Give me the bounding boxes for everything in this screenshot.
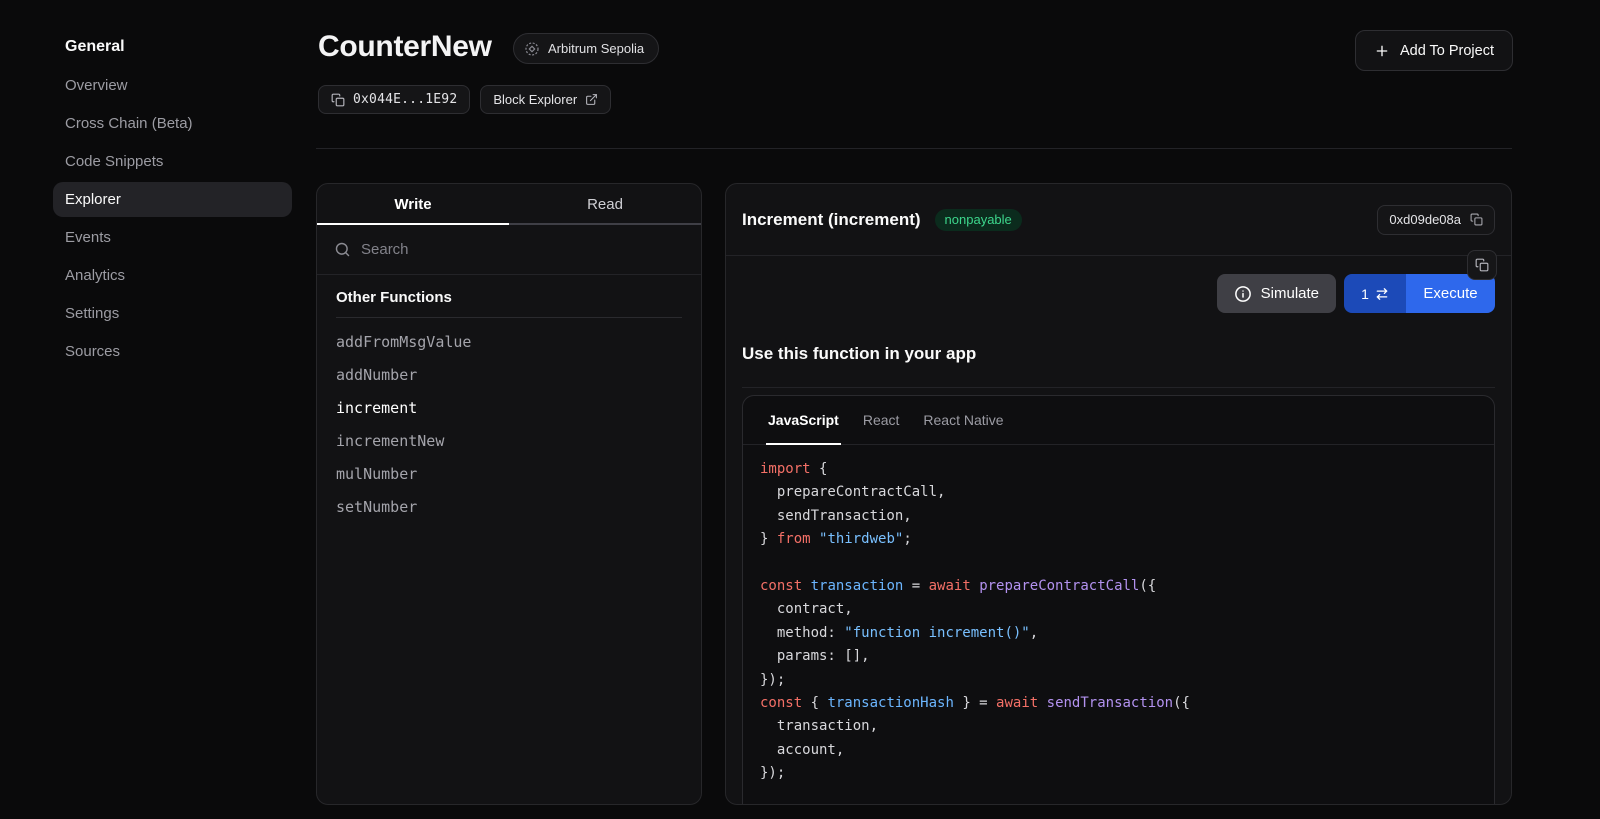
block-explorer-button[interactable]: Block Explorer [480,85,611,114]
search-icon [334,241,351,258]
contract-address: 0x044E...1E92 [353,92,457,107]
function-item-incrementnew[interactable]: incrementNew [336,424,682,457]
code-line: sendTransaction, [760,505,1477,528]
code-line: transaction, [760,715,1477,738]
function-section-title: Other Functions [336,289,682,318]
contract-address-button[interactable]: 0x044E...1E92 [318,85,470,114]
function-item-increment[interactable]: increment [336,391,682,424]
action-row: Simulate 1 Execute [1217,274,1495,313]
sidebar-item-code-snippets[interactable]: Code Snippets [53,144,292,179]
code-line: account, [760,739,1477,762]
function-item-mulnumber[interactable]: mulNumber [336,457,682,490]
batch-count-button[interactable]: 1 [1344,274,1406,313]
batch-count: 1 [1361,286,1369,302]
sidebar-item-cross-chain-beta[interactable]: Cross Chain (Beta) [53,106,292,141]
functions-panel: WriteRead Other Functions addFromMsgValu… [316,183,702,805]
app-window: General OverviewCross Chain (Beta)Code S… [0,0,1600,819]
code-line: const transaction = await prepareContrac… [760,575,1477,598]
function-search-row [317,225,701,275]
code-line: import { [760,458,1477,481]
function-list: Other Functions addFromMsgValueaddNumber… [317,275,701,523]
plus-icon [1374,43,1390,59]
function-detail-panel: Increment (increment) nonpayable 0xd09de… [725,183,1512,805]
simulate-label: Simulate [1261,285,1319,302]
function-item-addnumber[interactable]: addNumber [336,358,682,391]
network-icon [524,41,540,57]
copy-icon [1470,213,1483,226]
function-detail-title: Increment (increment) [742,210,921,230]
contract-meta-row: 0x044E...1E92 Block Explorer [318,85,611,114]
swap-arrows-icon [1375,287,1389,301]
code-language-tabs: JavaScriptReactReact Native [743,396,1494,445]
code-copy-button[interactable] [1467,250,1497,280]
function-items: addFromMsgValueaddNumberincrementincreme… [336,318,682,523]
code-line: } from "thirdweb"; [760,528,1477,551]
info-icon [1234,285,1252,303]
function-search-input[interactable] [361,241,684,258]
header-divider [316,148,1512,149]
code-line [760,552,1477,575]
function-selector-button[interactable]: 0xd09de08a [1377,205,1495,235]
sidebar-item-analytics[interactable]: Analytics [53,258,292,293]
add-to-project-button[interactable]: Add To Project [1355,30,1513,71]
sidebar-item-sources[interactable]: Sources [53,334,292,369]
sidebar-nav: OverviewCross Chain (Beta)Code SnippetsE… [53,68,292,369]
add-to-project-label: Add To Project [1400,43,1494,59]
tab-write[interactable]: Write [317,184,509,225]
network-badge-label: Arbitrum Sepolia [548,41,644,56]
code-tab-react-native[interactable]: React Native [911,396,1015,444]
code-line: }); [760,669,1477,692]
execute-button-group: 1 Execute [1344,274,1495,313]
code-tab-react[interactable]: React [851,396,912,444]
function-detail-header: Increment (increment) nonpayable 0xd09de… [726,184,1511,256]
simulate-button[interactable]: Simulate [1217,274,1336,313]
code-line: contract, [760,598,1477,621]
sidebar-item-events[interactable]: Events [53,220,292,255]
copy-icon [1475,258,1489,272]
mutability-badge: nonpayable [935,209,1022,231]
sidebar-item-settings[interactable]: Settings [53,296,292,331]
tab-read[interactable]: Read [509,184,701,225]
sidebar-item-explorer[interactable]: Explorer [53,182,292,217]
function-selector: 0xd09de08a [1389,212,1461,227]
block-explorer-label: Block Explorer [493,92,577,107]
code-line: }); [760,762,1477,785]
usage-title: Use this function in your app [742,344,976,364]
code-line: prepareContractCall, [760,481,1477,504]
code-block: import { prepareContractCall, sendTransa… [743,445,1494,799]
sidebar-item-overview[interactable]: Overview [53,68,292,103]
function-item-setnumber[interactable]: setNumber [336,490,682,523]
code-line: params: [], [760,645,1477,668]
network-badge[interactable]: Arbitrum Sepolia [513,33,659,64]
code-tab-javascript[interactable]: JavaScript [756,396,851,444]
page-title: CounterNew [318,30,492,64]
code-line: const { transactionHash } = await sendTr… [760,692,1477,715]
function-item-addfrommsgvalue[interactable]: addFromMsgValue [336,325,682,358]
copy-icon [331,93,345,107]
external-link-icon [585,93,598,106]
sidebar-heading: General [53,29,292,65]
write-read-tabs: WriteRead [317,184,701,225]
usage-divider [742,387,1495,388]
code-line: method: "function increment()", [760,622,1477,645]
code-card: JavaScriptReactReact Native import { pre… [742,395,1495,804]
sidebar: General OverviewCross Chain (Beta)Code S… [53,29,292,372]
